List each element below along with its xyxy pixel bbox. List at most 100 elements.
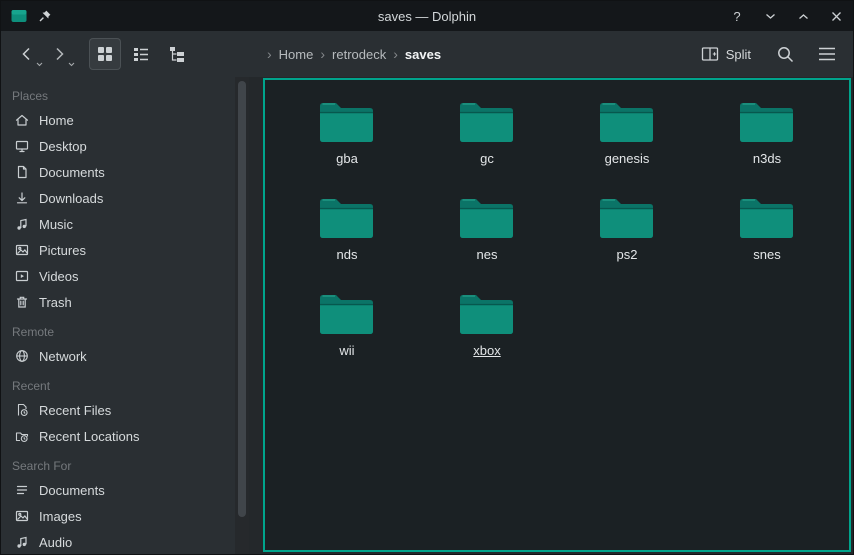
sidebar-item-label: Documents xyxy=(39,483,105,498)
window-title: saves — Dolphin xyxy=(1,9,853,24)
sidebar-item-label: Pictures xyxy=(39,243,86,258)
split-button[interactable]: Split xyxy=(693,38,759,70)
folder-item-ps2[interactable]: ps2 xyxy=(557,193,697,289)
sidebar-item-desktop[interactable]: Desktop xyxy=(1,133,235,159)
sidebar-item-label: Audio xyxy=(39,535,72,550)
forward-arrow-icon xyxy=(49,44,69,64)
sidebar-item-search-documents[interactable]: Documents xyxy=(1,477,235,503)
folder-label: nds xyxy=(337,247,358,262)
folder-item-gba[interactable]: gba xyxy=(277,97,417,193)
forward-dropdown-icon[interactable] xyxy=(68,62,75,67)
recent-files-icon xyxy=(14,402,30,418)
folder-label: xbox xyxy=(473,343,500,358)
breadcrumb-separator-icon: › xyxy=(320,46,325,62)
folder-item-gc[interactable]: gc xyxy=(417,97,557,193)
folder-item-genesis[interactable]: genesis xyxy=(557,97,697,193)
audio-icon xyxy=(14,534,30,550)
sidebar-item-recent-locations[interactable]: Recent Locations xyxy=(1,423,235,449)
folder-icon xyxy=(596,193,658,243)
folder-icon xyxy=(596,97,658,147)
app-icon[interactable] xyxy=(11,9,27,23)
document-icon xyxy=(14,164,30,180)
folder-item-xbox[interactable]: xbox xyxy=(417,289,557,385)
video-icon xyxy=(14,268,30,284)
icons-view-icon xyxy=(96,45,114,63)
folder-item-nds[interactable]: nds xyxy=(277,193,417,289)
sidebar-item-label: Desktop xyxy=(39,139,87,154)
breadcrumb-home[interactable]: Home xyxy=(279,47,314,62)
folder-icon xyxy=(456,289,518,339)
folder-label: wii xyxy=(339,343,354,358)
minimize-button[interactable] xyxy=(763,8,777,24)
folder-label: n3ds xyxy=(753,151,781,166)
tree-view-button[interactable] xyxy=(161,38,193,70)
breadcrumb-saves[interactable]: saves xyxy=(405,47,441,62)
folder-item-wii[interactable]: wii xyxy=(277,289,417,385)
recent-locations-icon xyxy=(14,428,30,444)
sidebar-item-downloads[interactable]: Downloads xyxy=(1,185,235,211)
folder-label: ps2 xyxy=(617,247,638,262)
view-mode-group xyxy=(89,38,193,70)
sidebar-section-places: Places xyxy=(1,86,235,107)
dolphin-window: saves — Dolphin ? xyxy=(0,0,854,555)
titlebar: saves — Dolphin ? xyxy=(1,1,853,31)
trash-icon xyxy=(14,294,30,310)
download-icon xyxy=(14,190,30,206)
folder-label: snes xyxy=(753,247,780,262)
toolbar: › Home › retrodeck › saves Split xyxy=(1,31,853,77)
search-icon xyxy=(776,45,795,64)
sidebar-item-label: Home xyxy=(39,113,74,128)
sidebar-item-label: Recent Locations xyxy=(39,429,139,444)
desktop-icon xyxy=(14,138,30,154)
folder-view: gba gc genesis n3ds nds xyxy=(263,78,851,552)
places-panel: Places Home Desktop Documents Downloads … xyxy=(1,77,235,554)
sidebar-item-label: Network xyxy=(39,349,87,364)
back-button[interactable] xyxy=(11,38,43,70)
hamburger-menu-button[interactable] xyxy=(811,38,843,70)
sidebar-scrollbar xyxy=(235,77,249,554)
forward-button[interactable] xyxy=(43,38,75,70)
network-icon xyxy=(14,348,30,364)
sidebar-item-label: Images xyxy=(39,509,82,524)
sidebar-item-network[interactable]: Network xyxy=(1,343,235,369)
help-button[interactable]: ? xyxy=(730,8,744,24)
picture-icon xyxy=(14,242,30,258)
breadcrumb-separator-icon: › xyxy=(267,46,272,62)
close-button[interactable] xyxy=(829,8,843,24)
home-icon xyxy=(14,112,30,128)
music-icon xyxy=(14,216,30,232)
folder-grid: gba gc genesis n3ds nds xyxy=(265,80,849,385)
folder-icon xyxy=(316,193,378,243)
breadcrumb-retrodeck[interactable]: retrodeck xyxy=(332,47,386,62)
sidebar-item-search-images[interactable]: Images xyxy=(1,503,235,529)
split-icon xyxy=(701,46,719,62)
pin-icon[interactable] xyxy=(38,9,52,23)
folder-label: gc xyxy=(480,151,494,166)
sidebar-item-pictures[interactable]: Pictures xyxy=(1,237,235,263)
sidebar-item-videos[interactable]: Videos xyxy=(1,263,235,289)
sidebar-item-documents[interactable]: Documents xyxy=(1,159,235,185)
split-button-label: Split xyxy=(726,47,751,62)
sidebar-item-music[interactable]: Music xyxy=(1,211,235,237)
sidebar-item-label: Videos xyxy=(39,269,79,284)
sidebar-item-recent-files[interactable]: Recent Files xyxy=(1,397,235,423)
folder-item-nes[interactable]: nes xyxy=(417,193,557,289)
folder-item-n3ds[interactable]: n3ds xyxy=(697,97,837,193)
document-list-icon xyxy=(14,482,30,498)
tree-view-icon xyxy=(168,45,186,63)
sidebar-scrollbar-thumb[interactable] xyxy=(238,81,246,517)
folder-label: nes xyxy=(477,247,498,262)
back-dropdown-icon[interactable] xyxy=(36,62,43,67)
sidebar-item-trash[interactable]: Trash xyxy=(1,289,235,315)
sidebar-item-home[interactable]: Home xyxy=(1,107,235,133)
icons-view-button[interactable] xyxy=(89,38,121,70)
folder-icon xyxy=(456,97,518,147)
details-view-icon xyxy=(132,45,150,63)
sidebar-item-search-audio[interactable]: Audio xyxy=(1,529,235,554)
sidebar-section-recent: Recent xyxy=(1,369,235,397)
folder-item-snes[interactable]: snes xyxy=(697,193,837,289)
details-view-button[interactable] xyxy=(125,38,157,70)
maximize-button[interactable] xyxy=(796,8,810,24)
search-button[interactable] xyxy=(769,38,801,70)
folder-icon xyxy=(736,193,798,243)
